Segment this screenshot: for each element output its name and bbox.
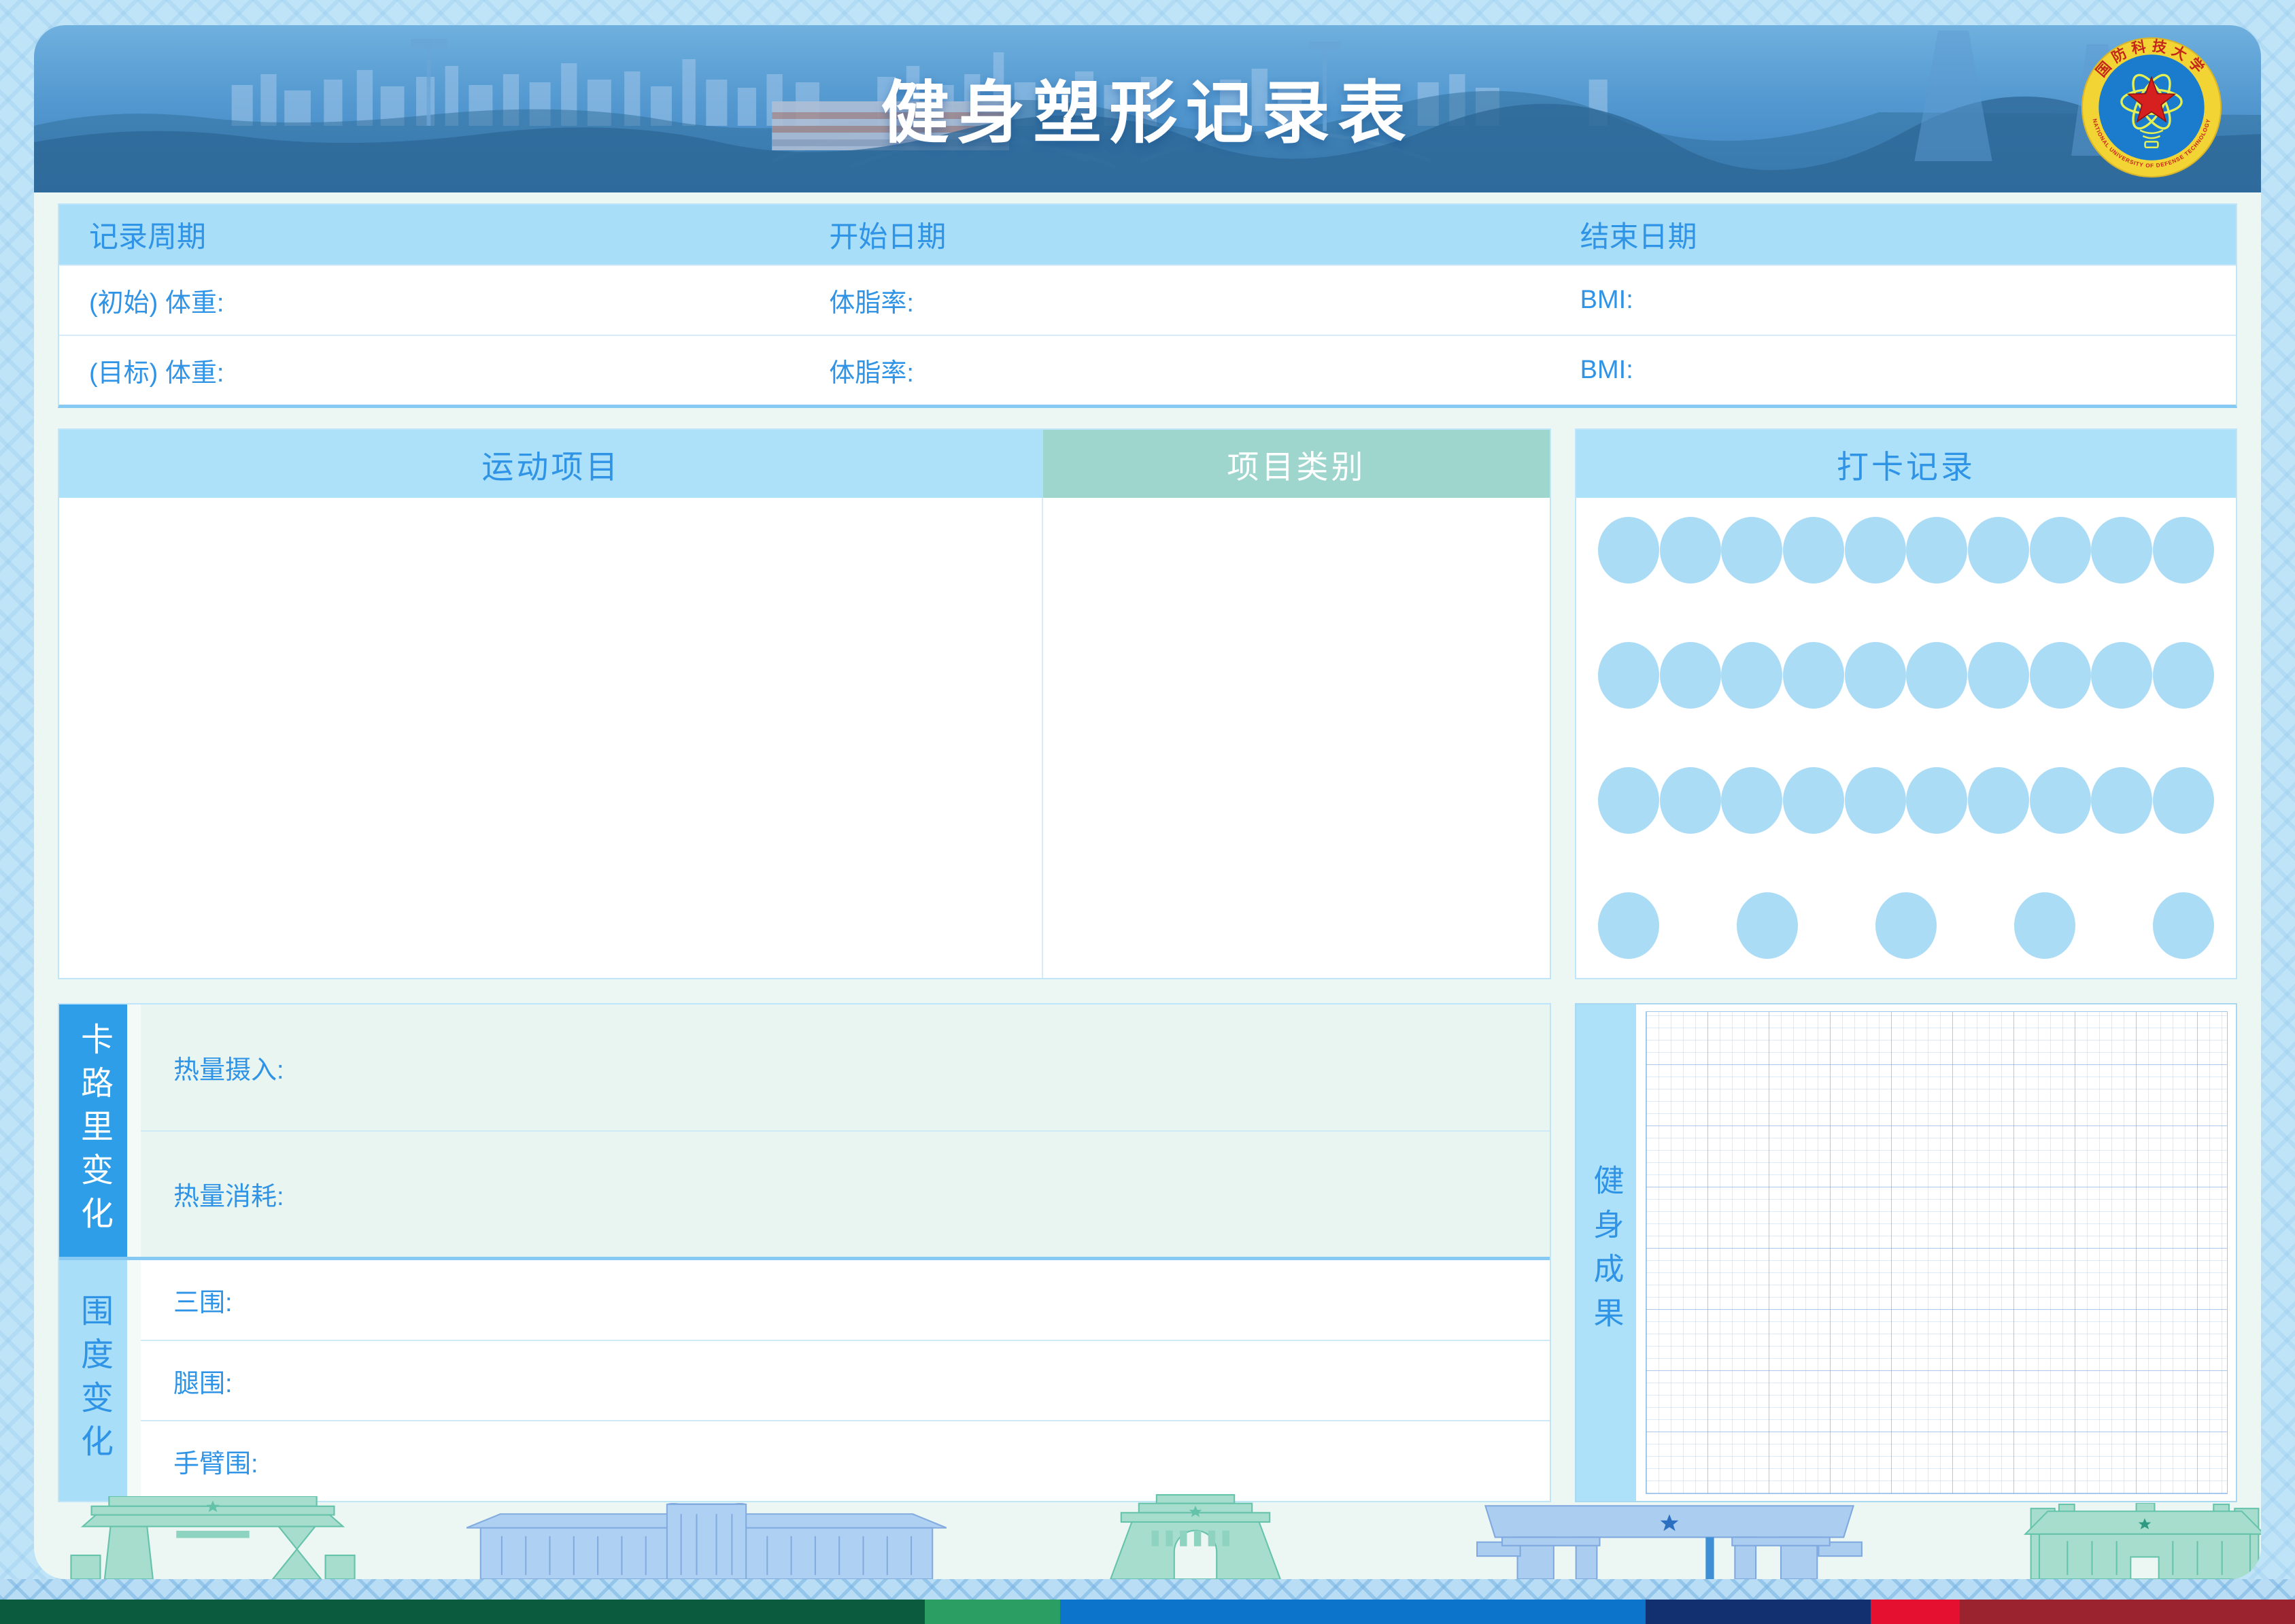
label-gap xyxy=(127,1260,141,1501)
calorie-change-label: 卡路里变化 xyxy=(59,1004,127,1257)
checkin-dot[interactable] xyxy=(2030,642,2091,709)
header-start-date: 开始日期 xyxy=(799,214,1550,256)
campus-buildings-footer xyxy=(34,1477,2261,1579)
blue-school-gate-icon xyxy=(1474,1499,1865,1579)
teal-gate-tower-icon xyxy=(1089,1493,1302,1579)
exercise-panel-headers: 运动项目 项目类别 xyxy=(59,430,1550,498)
checkin-dot[interactable] xyxy=(2091,517,2152,583)
leg-girth-field[interactable]: 腿围: xyxy=(141,1341,1550,1422)
checkin-grid xyxy=(1576,498,2236,978)
checkin-dot[interactable] xyxy=(2153,642,2214,709)
target-weight-field[interactable]: (目标) 体重: xyxy=(59,352,799,389)
label-gap xyxy=(127,1004,141,1257)
exercise-items-header: 运动项目 xyxy=(59,430,1043,498)
footer-bar-navy xyxy=(1646,1600,1871,1624)
measurements-field[interactable]: 三围: xyxy=(141,1260,1550,1341)
checkin-dot[interactable] xyxy=(1737,892,1798,959)
checkin-dot[interactable] xyxy=(1783,517,1844,583)
teal-gate-icon xyxy=(67,1496,359,1579)
calorie-burn-field[interactable]: 热量消耗: xyxy=(141,1132,1550,1257)
checkin-dot[interactable] xyxy=(1721,767,1782,834)
checkin-dot[interactable] xyxy=(1845,517,1906,583)
checkin-dot[interactable] xyxy=(1783,642,1844,709)
girth-change-group: 围度变化 三围: 腿围: 手臂围: xyxy=(59,1260,1550,1501)
blue-classical-building-icon xyxy=(466,1503,947,1579)
checkin-dot[interactable] xyxy=(2153,517,2214,583)
footer-bar-blue xyxy=(1060,1600,1646,1624)
checkin-dot[interactable] xyxy=(1598,642,1659,709)
checkin-dot[interactable] xyxy=(1906,517,1967,583)
checkin-dot[interactable] xyxy=(1660,767,1721,834)
girth-change-label: 围度变化 xyxy=(59,1260,127,1501)
checkin-dot[interactable] xyxy=(1968,517,2029,583)
initial-bodyfat-field[interactable]: 体脂率: xyxy=(799,282,1550,319)
exercise-category-writein-area[interactable] xyxy=(1043,498,1550,978)
header-end-date: 结束日期 xyxy=(1550,214,2236,256)
checkin-dot[interactable] xyxy=(1968,642,2029,709)
checkin-dot[interactable] xyxy=(1660,517,1721,583)
checkin-panel: 打卡记录 xyxy=(1575,428,2237,979)
exercise-panel-body xyxy=(59,498,1550,978)
info-table-header-row: 记录周期 开始日期 结束日期 xyxy=(59,205,2236,265)
wave-pattern-strip xyxy=(0,1579,2295,1600)
checkin-dot[interactable] xyxy=(1598,767,1659,834)
page-background: { "page": { "title": "健身塑形记录表" }, "logo"… xyxy=(0,0,2295,1624)
exercise-items-writein-area[interactable] xyxy=(59,498,1043,978)
exercise-panel: 运动项目 项目类别 xyxy=(58,428,1551,979)
checkin-dot[interactable] xyxy=(1721,642,1782,709)
initial-stats-row[interactable]: (初始) 体重: 体脂率: BMI: xyxy=(59,265,2236,335)
footer-bar-red xyxy=(1871,1600,1960,1624)
checkin-dot[interactable] xyxy=(1660,642,1721,709)
fitness-results-label: 健身成果 xyxy=(1576,1004,1636,1501)
initial-weight-field[interactable]: (初始) 体重: xyxy=(59,282,799,319)
checkin-dot[interactable] xyxy=(2153,767,2214,834)
checkin-dot[interactable] xyxy=(1721,517,1782,583)
checkin-dot[interactable] xyxy=(2030,517,2091,583)
results-panel: 健身成果 xyxy=(1575,1003,2237,1502)
target-stats-row[interactable]: (目标) 体重: 体脂率: BMI: xyxy=(59,335,2236,405)
checkin-dot[interactable] xyxy=(1968,767,2029,834)
bottom-section: 卡路里变化 热量摄入: 热量消耗: 围度变化 三围: 腿围: 手臂围: 健身成果 xyxy=(58,1003,2237,1502)
changes-panel: 卡路里变化 热量摄入: 热量消耗: 围度变化 三围: 腿围: 手臂围: xyxy=(58,1003,1551,1502)
footer-bar-green xyxy=(925,1600,1060,1624)
header-banner: 健身塑形记录表 国防科技大学 xyxy=(34,25,2261,192)
footer-color-bar xyxy=(0,1600,2295,1624)
checkin-dot[interactable] xyxy=(2030,767,2091,834)
basic-info-table: 记录周期 开始日期 结束日期 (初始) 体重: 体脂率: BMI: (目标) 体… xyxy=(58,203,2237,408)
form-card: 健身塑形记录表 国防科技大学 xyxy=(34,25,2261,1579)
header-record-period: 记录周期 xyxy=(59,214,799,256)
calorie-intake-field[interactable]: 热量摄入: xyxy=(141,1004,1550,1132)
checkin-dot[interactable] xyxy=(2153,892,2214,959)
checkin-header: 打卡记录 xyxy=(1576,430,2236,498)
checkin-dot[interactable] xyxy=(2091,767,2152,834)
checkin-dot[interactable] xyxy=(2091,642,2152,709)
target-bmi-field[interactable]: BMI: xyxy=(1550,356,2236,385)
checkin-dot[interactable] xyxy=(1845,767,1906,834)
university-emblem-icon: 国防科技大学 NATIONAL UNIVERSITY OF DEFENSE TE… xyxy=(2080,36,2223,179)
checkin-dot[interactable] xyxy=(1783,767,1844,834)
exercise-category-header: 项目类别 xyxy=(1043,430,1550,498)
teal-wide-building-icon xyxy=(2018,1503,2261,1579)
checkin-dot[interactable] xyxy=(1906,642,1967,709)
checkin-dot[interactable] xyxy=(1906,767,1967,834)
checkin-dot[interactable] xyxy=(1598,892,1659,959)
checkin-dot[interactable] xyxy=(1845,642,1906,709)
calorie-rows: 热量摄入: 热量消耗: xyxy=(141,1004,1550,1257)
page-title: 健身塑形记录表 xyxy=(34,58,2261,156)
checkin-dot[interactable] xyxy=(2014,892,2075,959)
checkin-dot[interactable] xyxy=(1598,517,1659,583)
middle-section: 运动项目 项目类别 打卡记录 xyxy=(58,428,2237,979)
target-bodyfat-field[interactable]: 体脂率: xyxy=(799,352,1550,389)
girth-rows: 三围: 腿围: 手臂围: xyxy=(141,1260,1550,1501)
footer-bar-darkred xyxy=(1960,1600,2295,1624)
university-emblem: 国防科技大学 NATIONAL UNIVERSITY OF DEFENSE TE… xyxy=(2080,36,2223,179)
initial-bmi-field[interactable]: BMI: xyxy=(1550,286,2236,315)
footer-bar-darkgreen xyxy=(0,1600,925,1624)
calorie-change-group: 卡路里变化 热量摄入: 热量消耗: xyxy=(59,1004,1550,1260)
checkin-dot[interactable] xyxy=(1875,892,1937,959)
results-graph-paper[interactable] xyxy=(1646,1011,2228,1494)
